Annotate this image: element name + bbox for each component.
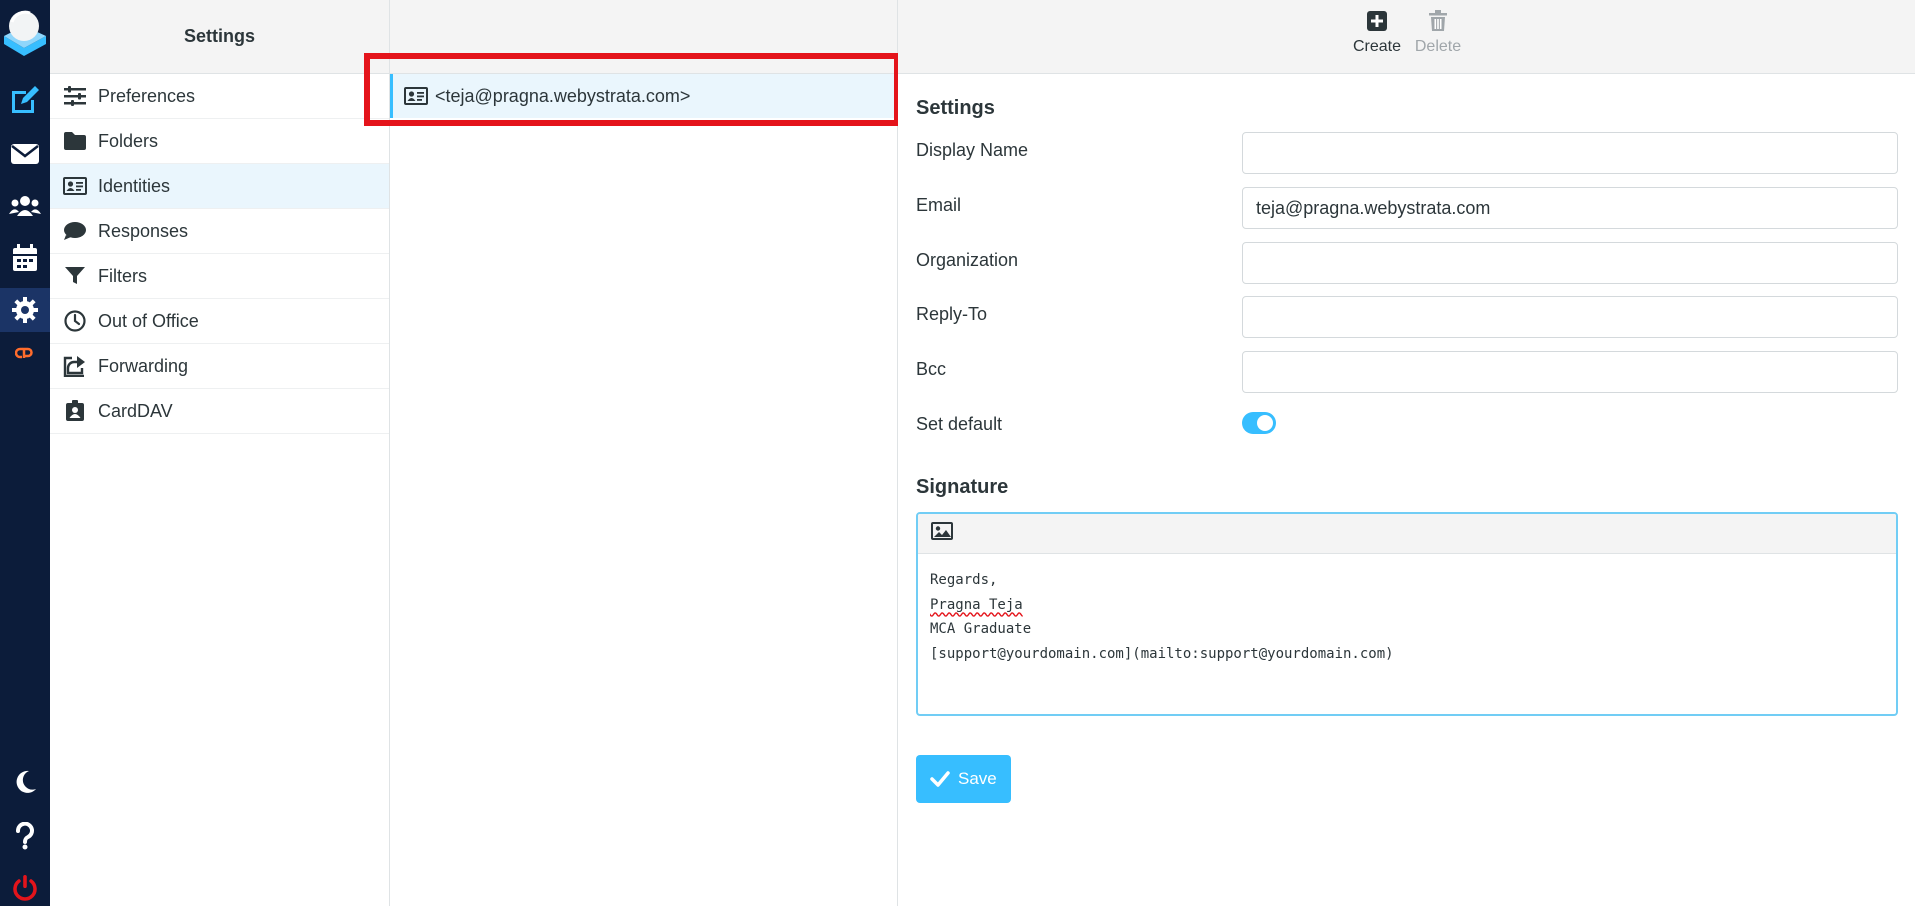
signature-editor-toolbar xyxy=(918,514,1896,554)
signature-line: [support@yourdomain.com](mailto:support@… xyxy=(930,645,1394,662)
bcc-row: Bcc xyxy=(916,349,1898,393)
folder-icon xyxy=(62,130,88,152)
organization-input[interactable] xyxy=(1242,242,1898,284)
compose-icon[interactable] xyxy=(0,78,50,122)
identities-list: <teja@pragna.webystrata.com> xyxy=(390,0,898,906)
identity-settings-panel: Create Delete Settings Display Name Emai… xyxy=(898,0,1915,906)
email-row: Email xyxy=(916,185,1898,229)
create-button[interactable]: Create xyxy=(1347,10,1407,66)
sidebar-item-label: Folders xyxy=(98,130,159,151)
display-name-row: Display Name xyxy=(916,130,1898,174)
sidebar-item-label: Forwarding xyxy=(98,355,189,376)
email-input[interactable] xyxy=(1242,187,1898,229)
save-button[interactable]: Save xyxy=(916,755,1011,803)
share-icon xyxy=(62,355,88,377)
bcc-label: Bcc xyxy=(916,359,947,379)
display-name-label: Display Name xyxy=(916,140,1029,160)
sidebar-item-label: Identities xyxy=(98,175,171,196)
settings-icon[interactable] xyxy=(0,288,50,332)
sidebar-item-label: CardDAV xyxy=(98,400,173,421)
logout-icon[interactable] xyxy=(0,866,50,906)
check-icon xyxy=(930,771,950,787)
save-button-label: Save xyxy=(958,769,997,788)
trash-icon xyxy=(1429,10,1447,31)
reply-to-label: Reply-To xyxy=(916,304,988,324)
roundcube-logo[interactable] xyxy=(0,0,50,64)
signature-section-title: Signature xyxy=(916,476,1009,498)
sidebar-item-forwarding[interactable]: Forwarding xyxy=(50,344,389,389)
dark-mode-icon[interactable] xyxy=(0,760,50,804)
delete-button[interactable]: Delete xyxy=(1408,10,1468,66)
signature-line: Pragna Teja xyxy=(930,596,1023,613)
set-default-row: Set default xyxy=(916,404,1898,448)
sidebar-item-label: Responses xyxy=(98,220,189,241)
identities-list-header xyxy=(390,0,897,74)
sidebar-item-label: Out of Office xyxy=(98,310,199,331)
signature-line: MCA Graduate xyxy=(930,621,1032,637)
id-card-icon xyxy=(62,175,88,197)
app-rail xyxy=(0,0,50,906)
sidebar-item-label: Filters xyxy=(98,265,147,286)
sidebar-item-label: Preferences xyxy=(98,85,196,106)
comment-icon xyxy=(62,220,88,242)
signature-text[interactable]: Regards, Pragna Teja MCA Graduate [suppo… xyxy=(918,554,1896,680)
signature-line: Regards, xyxy=(930,572,998,588)
settings-nav-title: Settings xyxy=(50,0,389,74)
sidebar-item-identities[interactable]: Identities xyxy=(50,164,389,209)
settings-nav: Settings Preferences Folders Identities … xyxy=(50,0,390,906)
clock-icon xyxy=(62,310,88,332)
sliders-icon xyxy=(62,85,88,107)
sidebar-item-carddav[interactable]: CardDAV xyxy=(50,389,389,434)
toolbar: Create Delete xyxy=(898,0,1915,74)
cpanel-icon[interactable] xyxy=(0,335,50,371)
bcc-input[interactable] xyxy=(1242,351,1898,393)
sidebar-item-folders[interactable]: Folders xyxy=(50,119,389,164)
organization-label: Organization xyxy=(916,250,1019,270)
calendar-icon[interactable] xyxy=(0,236,50,280)
reply-to-input[interactable] xyxy=(1242,296,1898,338)
plus-square-icon xyxy=(1367,11,1387,31)
sidebar-item-filters[interactable]: Filters xyxy=(50,254,389,299)
email-label: Email xyxy=(916,195,962,215)
filter-icon xyxy=(62,265,88,287)
display-name-input[interactable] xyxy=(1242,132,1898,174)
reply-to-row: Reply-To xyxy=(916,294,1898,338)
contacts-icon[interactable] xyxy=(0,184,50,228)
sidebar-item-responses[interactable]: Responses xyxy=(50,209,389,254)
organization-row: Organization xyxy=(916,240,1898,284)
mail-icon[interactable] xyxy=(0,132,50,176)
settings-section-title: Settings xyxy=(916,97,995,119)
image-icon[interactable] xyxy=(930,521,954,546)
delete-button-label: Delete xyxy=(1414,38,1462,55)
signature-editor[interactable]: Regards, Pragna Teja MCA Graduate [suppo… xyxy=(916,512,1898,716)
id-card-icon xyxy=(403,86,429,106)
identity-row[interactable]: <teja@pragna.webystrata.com> xyxy=(390,74,897,118)
set-default-label: Set default xyxy=(916,414,1003,434)
identity-row-label: <teja@pragna.webystrata.com> xyxy=(435,85,691,106)
help-icon[interactable] xyxy=(0,814,50,858)
create-button-label: Create xyxy=(1352,38,1402,55)
sidebar-item-out-of-office[interactable]: Out of Office xyxy=(50,299,389,344)
set-default-toggle[interactable] xyxy=(1242,412,1276,434)
address-book-icon xyxy=(62,400,88,422)
sidebar-item-preferences[interactable]: Preferences xyxy=(50,74,389,119)
